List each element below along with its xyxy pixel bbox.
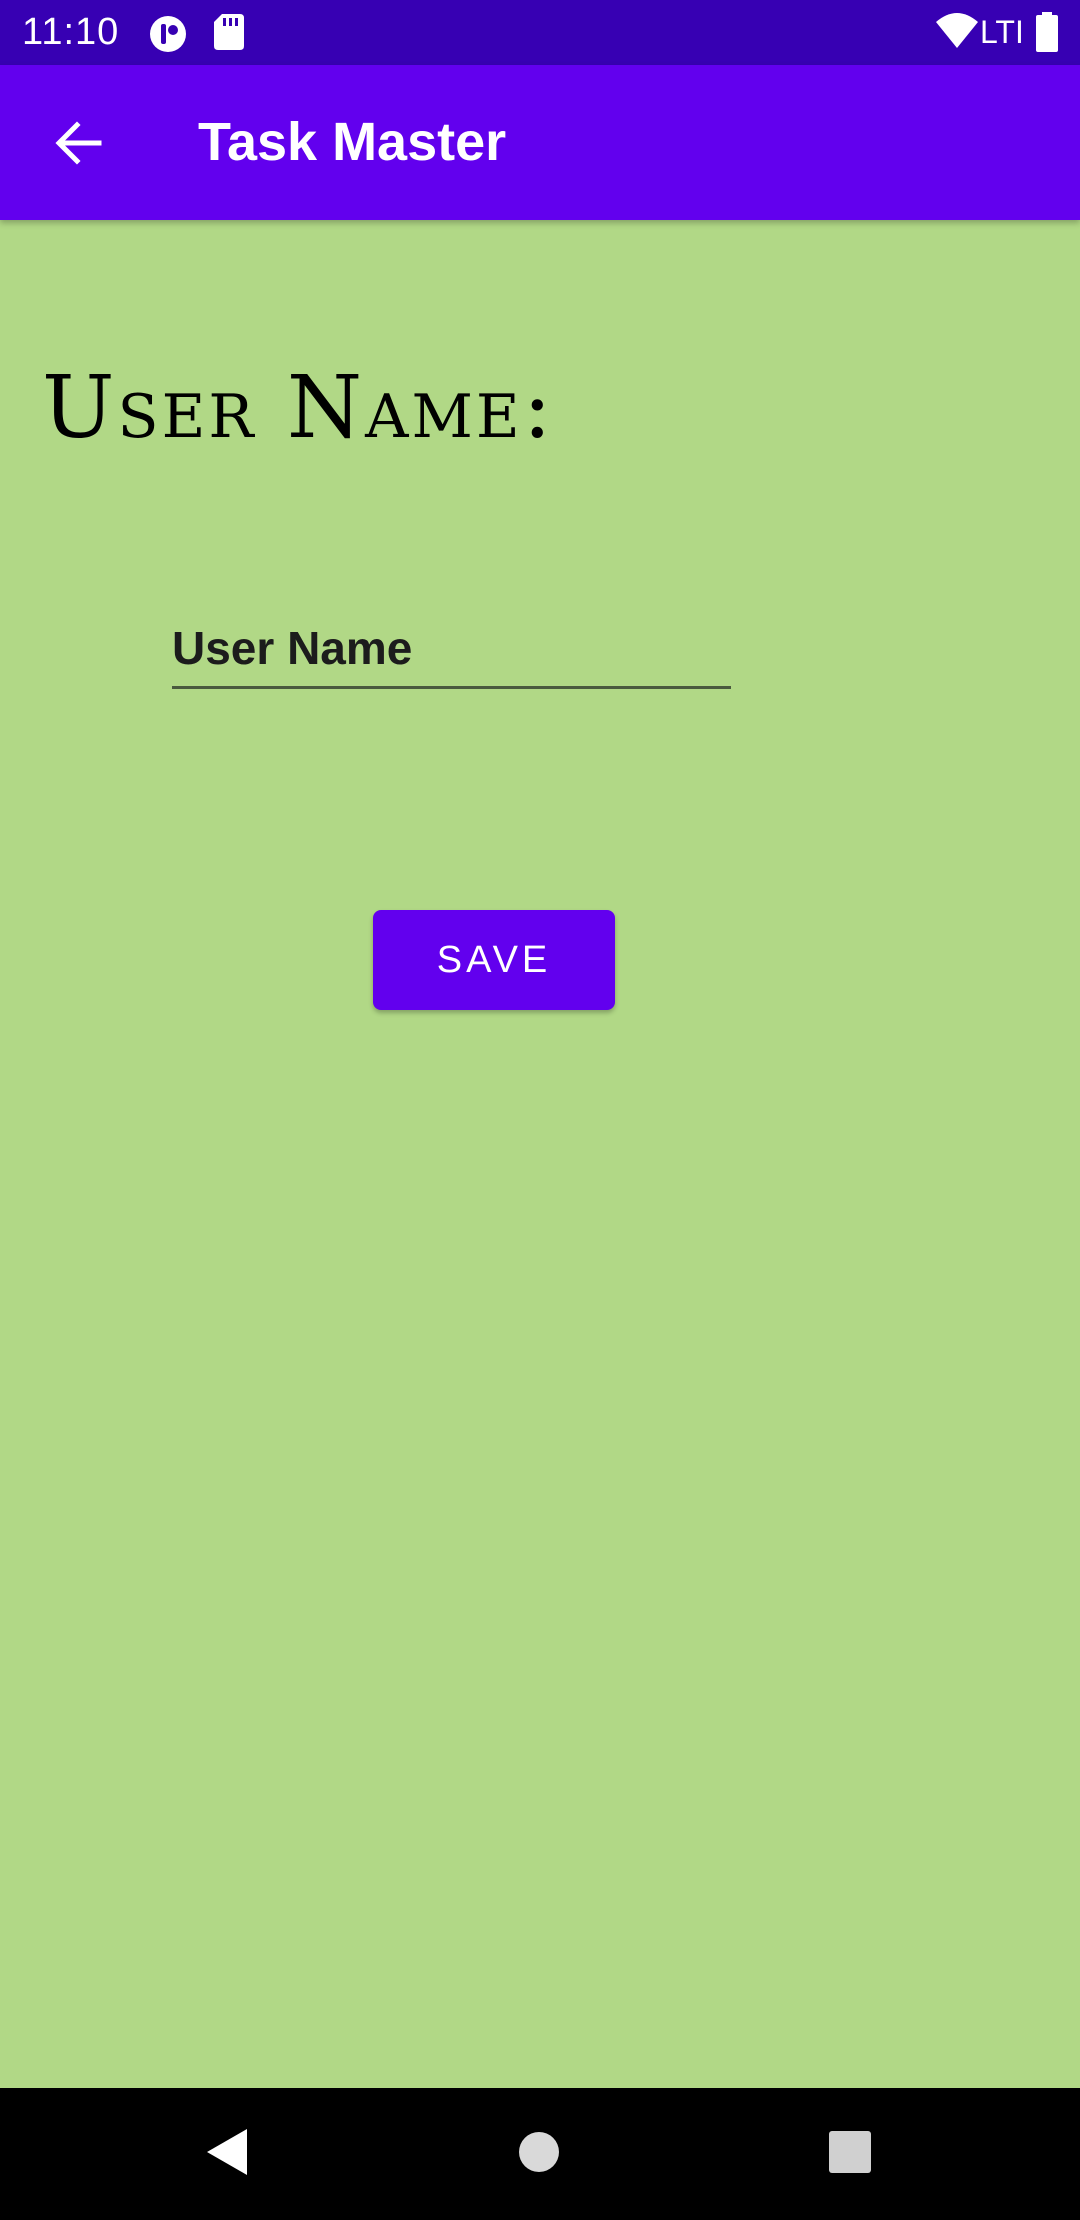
user-name-field-container bbox=[172, 610, 731, 689]
arrow-back-icon bbox=[53, 121, 103, 169]
save-button[interactable]: SAVE bbox=[373, 910, 615, 1010]
nav-home-button[interactable] bbox=[484, 2108, 594, 2200]
sd-card-icon bbox=[214, 14, 244, 54]
app-bar: Task Master bbox=[0, 65, 1080, 220]
app-title: Task Master bbox=[198, 112, 507, 172]
navigation-bar bbox=[0, 2088, 1080, 2220]
status-bar: 11:10 LTI bbox=[0, 0, 1080, 65]
back-button[interactable] bbox=[30, 105, 125, 185]
network-type-label: LTI bbox=[980, 14, 1024, 50]
nav-recents-button[interactable] bbox=[795, 2108, 905, 2200]
nav-back-button[interactable] bbox=[172, 2108, 282, 2200]
home-circle-icon bbox=[518, 2131, 560, 2177]
battery-icon bbox=[1036, 12, 1058, 56]
notification-app-icon bbox=[148, 14, 188, 58]
recents-square-icon bbox=[829, 2131, 871, 2177]
back-triangle-icon bbox=[207, 2129, 247, 2179]
screen: 11:10 LTI Task Master User Name: User Na… bbox=[0, 0, 1080, 2220]
user-name-heading: User Name: bbox=[42, 358, 555, 458]
wifi-icon bbox=[936, 12, 978, 54]
user-name-input[interactable] bbox=[172, 610, 731, 686]
status-time: 11:10 bbox=[22, 11, 120, 53]
